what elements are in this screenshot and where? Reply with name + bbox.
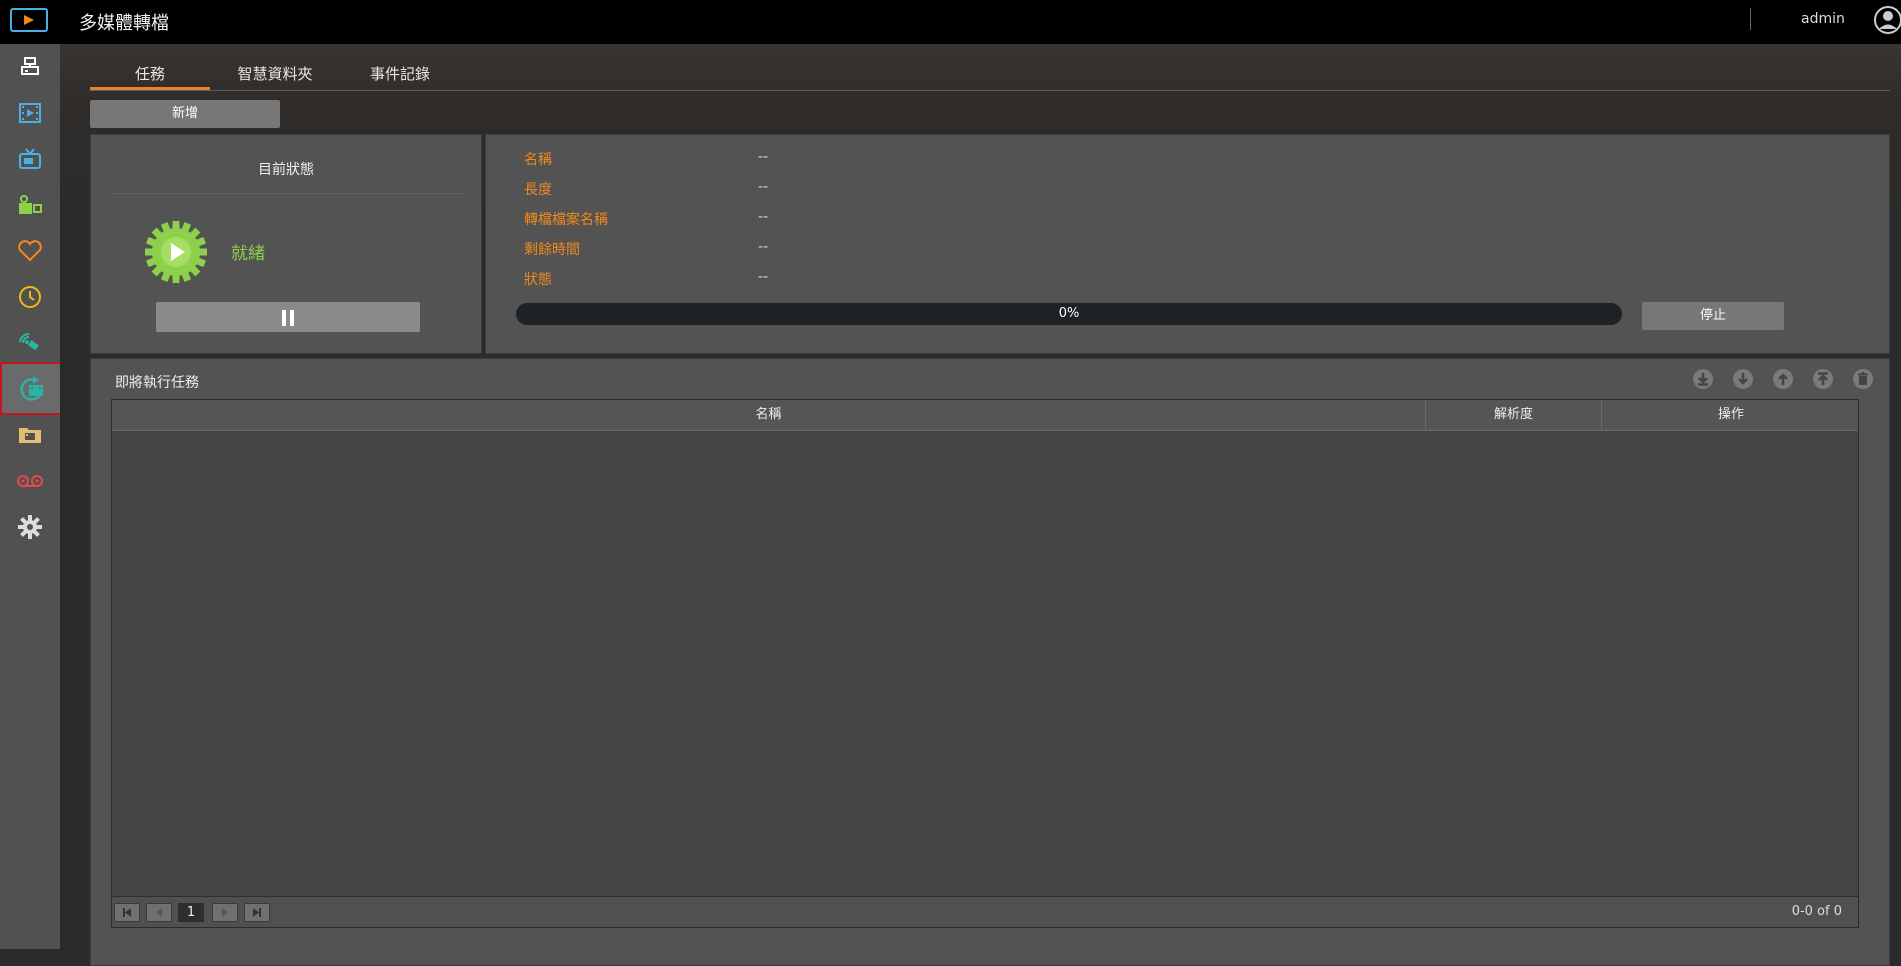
column-header-name[interactable]: 名稱 — [112, 400, 1425, 430]
top-divider — [1750, 8, 1751, 30]
column-header-resolution[interactable]: 解析度 — [1425, 400, 1601, 430]
info-value-output-file: -- — [758, 209, 769, 225]
gear-icon — [18, 515, 42, 539]
sidebar-item-camcorder[interactable] — [0, 182, 60, 228]
queue-title: 即將執行任務 — [115, 375, 199, 391]
first-page-icon — [123, 908, 131, 917]
user-name[interactable]: admin — [1801, 11, 1845, 27]
first-page-button[interactable] — [114, 903, 140, 922]
app-title: 多媒體轉檔 — [79, 13, 169, 34]
user-avatar-icon[interactable] — [1873, 5, 1901, 39]
stop-button[interactable]: 停止 — [1642, 302, 1784, 330]
ready-gear-icon — [145, 221, 207, 283]
queue-panel: 即將執行任務 名稱 解析度 操作 1 0-0 of 0 — [90, 358, 1890, 966]
sidebar-item-schedule[interactable] — [0, 274, 60, 320]
tab-tasks[interactable]: 任務 — [90, 58, 210, 90]
tab-bar: 任務 智慧資料夾 事件記錄 — [90, 58, 1890, 91]
folder-icon — [19, 428, 41, 443]
film-icon — [19, 103, 41, 123]
move-up-icon[interactable] — [1771, 367, 1795, 391]
info-value-length: -- — [758, 179, 769, 195]
tape-icon — [17, 475, 43, 487]
tab-smart-folders[interactable]: 智慧資料夾 — [210, 58, 340, 90]
info-value-name: -- — [758, 149, 769, 165]
info-label-length: 長度 — [524, 182, 552, 198]
main-content: 任務 智慧資料夾 事件記錄 新增 目前狀態 就緒 名稱 -- 長度 -- 轉檔檔… — [60, 44, 1901, 966]
progress-text: 0% — [1058, 306, 1080, 321]
camcorder-icon — [19, 195, 42, 214]
info-label-name: 名稱 — [524, 152, 552, 168]
status-divider — [111, 193, 463, 194]
sidebar-item-video[interactable] — [0, 90, 60, 136]
last-page-button[interactable] — [244, 903, 270, 922]
sidebar-item-settings[interactable] — [0, 504, 60, 550]
clock-icon — [19, 286, 41, 308]
pagination-info: 0-0 of 0 — [1791, 904, 1842, 919]
transcode-icon — [20, 375, 43, 401]
next-page-icon — [222, 908, 228, 917]
status-state-text: 就緒 — [231, 244, 265, 264]
info-value-remaining: -- — [758, 239, 769, 255]
info-value-state: -- — [758, 269, 769, 285]
sidebar-item-recorder[interactable] — [0, 458, 60, 504]
sidebar-item-server[interactable] — [0, 44, 60, 90]
server-icon — [21, 57, 39, 75]
column-header-action: 操作 — [1601, 400, 1860, 430]
status-title: 目前狀態 — [258, 162, 314, 178]
info-label-state: 狀態 — [524, 272, 552, 288]
status-panel: 目前狀態 就緒 — [90, 134, 482, 354]
queue-table-header: 名稱 解析度 操作 — [112, 400, 1858, 431]
delete-icon[interactable] — [1851, 367, 1875, 391]
last-page-icon — [253, 908, 261, 917]
prev-page-button[interactable] — [146, 903, 172, 922]
tab-event-log[interactable]: 事件記錄 — [340, 58, 460, 90]
heart-icon — [18, 240, 42, 262]
current-page[interactable]: 1 — [178, 903, 204, 922]
pagination-bar: 1 0-0 of 0 — [112, 896, 1858, 927]
pause-button[interactable] — [156, 302, 420, 332]
progress-bar: 0% — [516, 303, 1622, 325]
sidebar-item-folder[interactable] — [0, 412, 60, 458]
move-bottom-icon[interactable] — [1691, 367, 1715, 391]
info-label-remaining: 剩餘時間 — [524, 242, 580, 258]
sidebar-item-tv[interactable] — [0, 136, 60, 182]
add-task-button[interactable]: 新增 — [90, 100, 280, 128]
top-bar: 多媒體轉檔 admin — [0, 0, 1901, 44]
task-info-panel: 名稱 -- 長度 -- 轉檔檔案名稱 -- 剩餘時間 -- 狀態 -- 0% 停… — [485, 134, 1890, 354]
sidebar — [0, 44, 64, 949]
sidebar-item-transcode[interactable] — [0, 362, 64, 415]
queue-table: 名稱 解析度 操作 1 0-0 of 0 — [111, 399, 1859, 928]
sidebar-item-favorites[interactable] — [0, 228, 60, 274]
move-top-icon[interactable] — [1811, 367, 1835, 391]
sidebar-item-broadcast[interactable] — [0, 320, 60, 366]
satellite-icon — [19, 332, 39, 351]
next-page-button[interactable] — [212, 903, 238, 922]
pause-icon — [282, 310, 294, 326]
info-label-output-file: 轉檔檔案名稱 — [524, 212, 608, 228]
move-down-icon[interactable] — [1731, 367, 1755, 391]
prev-page-icon — [156, 908, 162, 917]
tv-icon — [19, 148, 41, 169]
app-logo-icon[interactable] — [10, 8, 48, 32]
